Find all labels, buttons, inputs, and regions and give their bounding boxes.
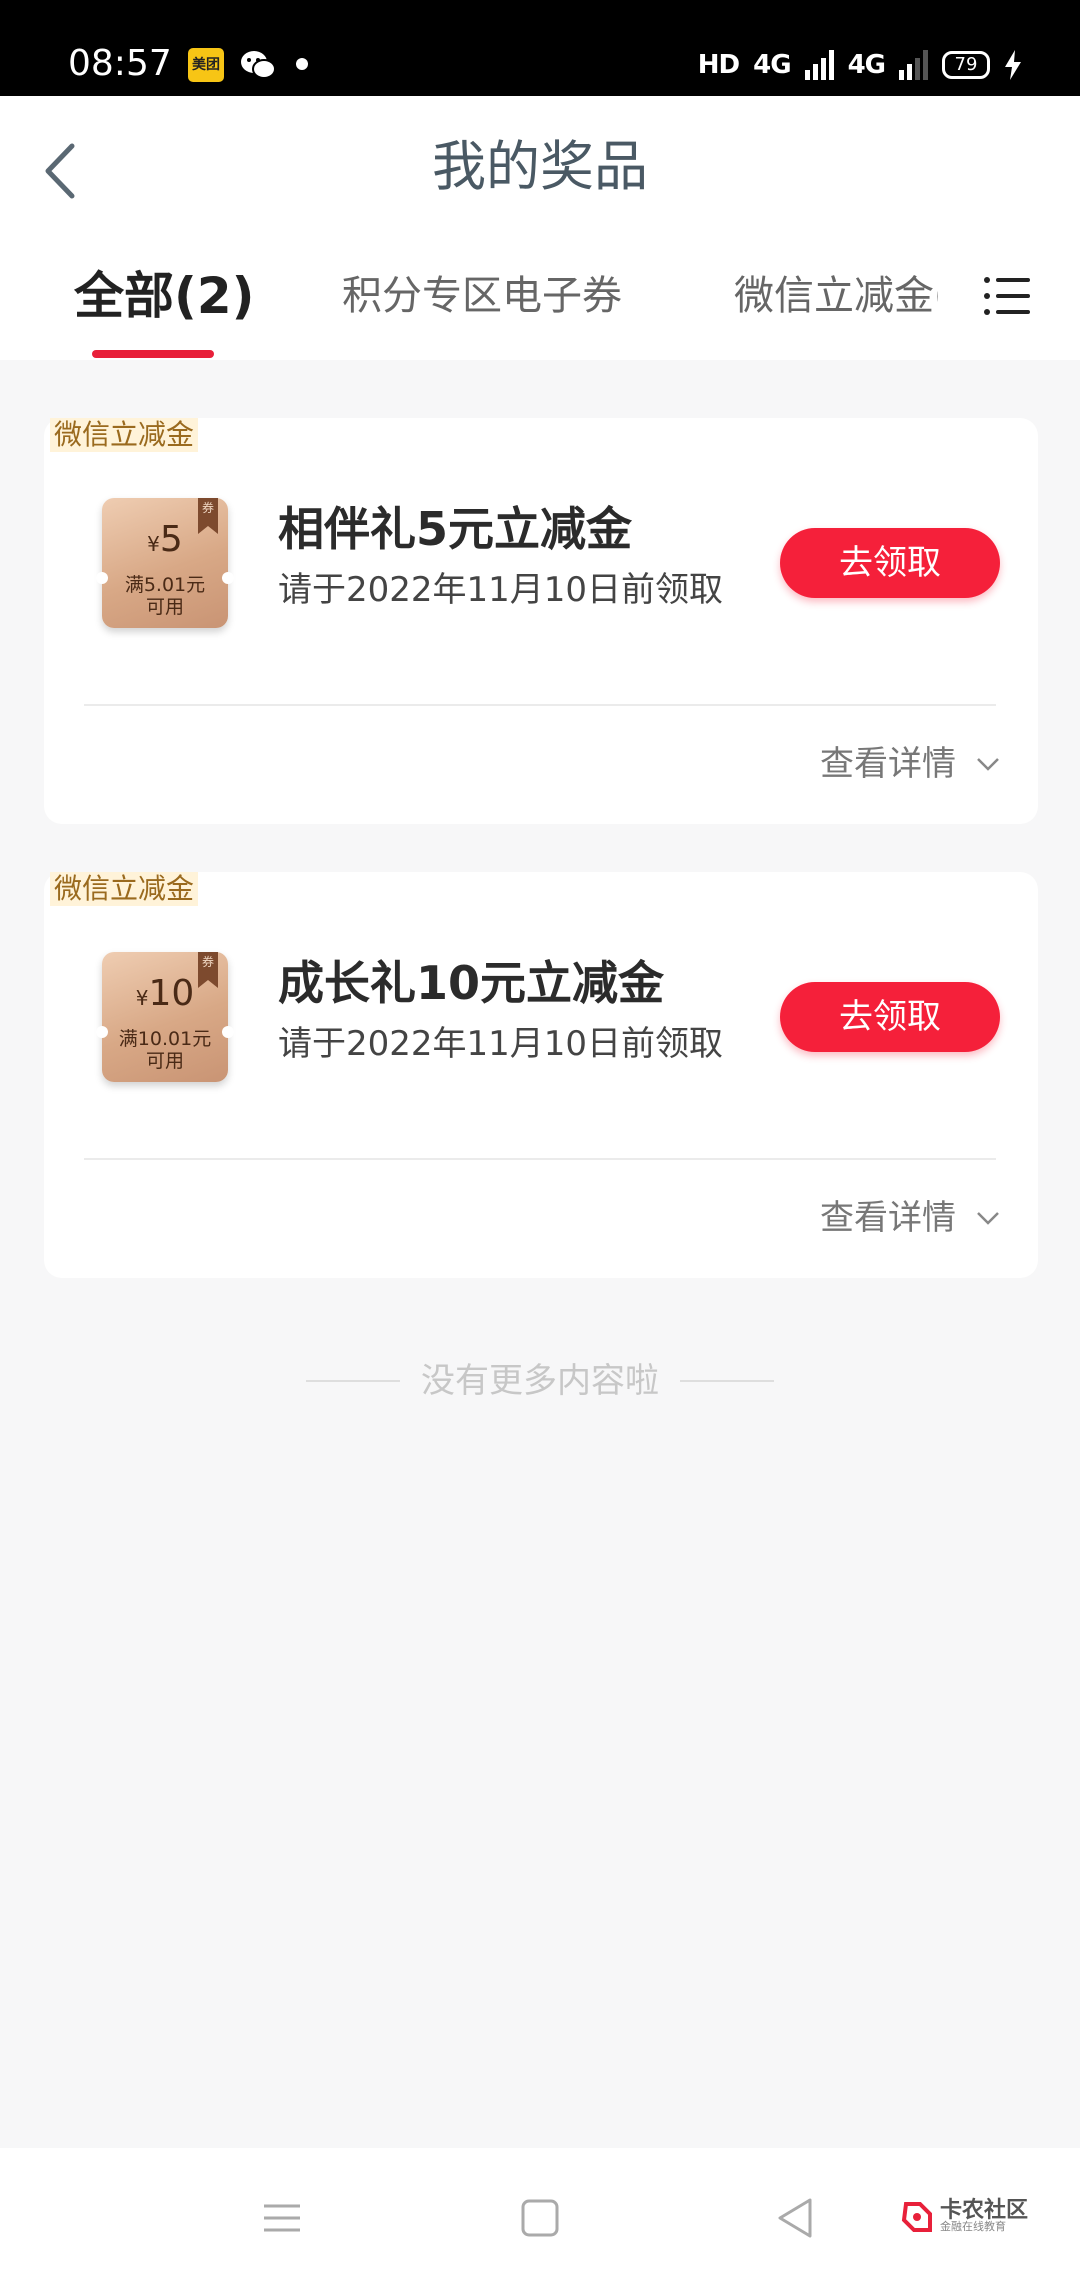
- prize-card: 微信立减金 券 ¥10 满10.01元 可用 成长礼10元立减金 请于2022年1…: [44, 872, 1038, 1278]
- watermark: 卡农社区 金融在线教育: [900, 2192, 1050, 2242]
- meituan-app-icon: 美团: [188, 48, 224, 82]
- prize-card: 微信立减金 券 ¥5 满5.01元 可用 相伴礼5元立减金 请于2022年11月1…: [44, 418, 1038, 824]
- signal-bars-weak-icon: [899, 50, 928, 80]
- prize-name: 相伴礼5元立减金: [278, 502, 633, 556]
- menu-nav-icon[interactable]: [252, 2188, 312, 2248]
- coupon-condition: 满5.01元 可用: [124, 574, 206, 618]
- card-divider: [84, 1158, 996, 1160]
- prize-deadline: 请于2022年11月10日前领取: [278, 570, 724, 610]
- hd-indicator: HD: [697, 50, 740, 80]
- claim-button[interactable]: 去领取: [780, 528, 1000, 598]
- coupon-amount: ¥5: [147, 519, 183, 560]
- tab-bar: 全部(2) 积分专区电子券 微信立减金(: [0, 256, 1080, 336]
- coupon-amount: ¥10: [135, 973, 195, 1014]
- tab-menu-icon[interactable]: [984, 274, 1030, 318]
- tab-points-coupons[interactable]: 积分专区电子券: [342, 256, 622, 336]
- view-details-link[interactable]: 查看详情: [820, 1196, 1000, 1240]
- status-time: 08:57: [68, 43, 172, 84]
- coupon-image: 券 ¥5 满5.01元 可用: [96, 498, 234, 628]
- watermark-logo-icon: [901, 2202, 932, 2232]
- charging-bolt-icon: [1005, 50, 1021, 80]
- tab-all[interactable]: 全部(2): [74, 256, 255, 336]
- end-line-left: [306, 1380, 400, 1382]
- coupon-image: 券 ¥10 满10.01元 可用: [96, 952, 234, 1082]
- signal-bars-icon: [804, 50, 834, 80]
- coupon-condition: 满10.01元 可用: [118, 1028, 212, 1072]
- claim-button[interactable]: 去领取: [780, 982, 1000, 1052]
- end-line-right: [680, 1380, 774, 1382]
- status-bar: 08:57 美团 HD 4G 4G 79: [0, 0, 1080, 96]
- prize-deadline: 请于2022年11月10日前领取: [278, 1024, 724, 1064]
- wechat-icon: [241, 51, 276, 79]
- header: 我的奖品 全部(2) 积分专区电子券 微信立减金(: [0, 96, 1080, 360]
- watermark-subtitle: 金融在线教育: [940, 2220, 1006, 2233]
- home-nav-icon[interactable]: [510, 2188, 570, 2248]
- prize-name: 成长礼10元立减金: [278, 956, 665, 1010]
- card-divider: [84, 704, 996, 706]
- view-details-label: 查看详情: [820, 744, 956, 784]
- tab-wechat-discount[interactable]: 微信立减金(: [734, 256, 938, 336]
- page-title: 我的奖品: [432, 135, 648, 198]
- chevron-down-icon: [977, 1212, 999, 1225]
- end-of-list: 没有更多内容啦: [0, 1356, 1080, 1406]
- notification-dot-icon: [296, 58, 308, 70]
- view-details-link[interactable]: 查看详情: [820, 742, 1000, 786]
- end-of-list-text: 没有更多内容啦: [421, 1361, 659, 1401]
- battery-icon: 79: [942, 51, 990, 79]
- view-details-label: 查看详情: [820, 1198, 956, 1238]
- status-indicators: HD 4G 4G 79: [698, 46, 1022, 84]
- back-nav-icon[interactable]: [766, 2188, 826, 2248]
- chevron-down-icon: [977, 758, 999, 771]
- network-4g-indicator: 4G: [753, 50, 791, 80]
- active-tab-indicator: [92, 350, 214, 358]
- card-tag: 微信立减金: [50, 872, 199, 906]
- network-4g-indicator-2: 4G: [847, 50, 886, 80]
- card-tag: 微信立减金: [50, 418, 199, 452]
